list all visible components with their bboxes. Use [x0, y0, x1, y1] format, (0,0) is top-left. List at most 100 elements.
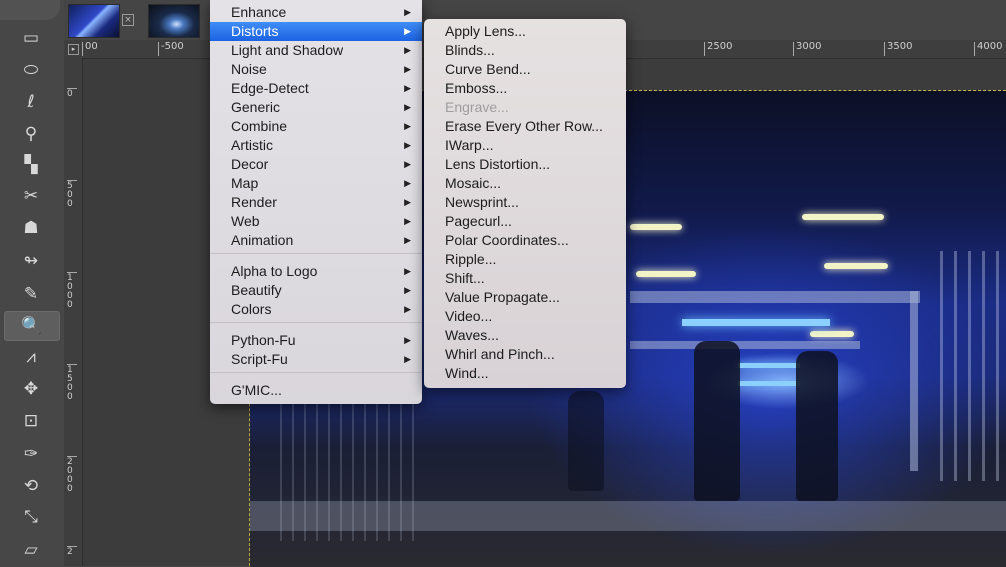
menu-separator: [210, 322, 422, 323]
menu-item-animation[interactable]: Animation ▶: [210, 231, 422, 250]
menu-item-waves[interactable]: Waves...: [424, 326, 626, 345]
quick-mask-toggle-icon[interactable]: ▸: [68, 44, 79, 55]
ruler-tick-label: -500: [158, 42, 184, 56]
scissors-select-icon[interactable]: ✂: [14, 182, 48, 210]
menu-item-decor[interactable]: Decor ▶: [210, 155, 422, 174]
color-picker-icon[interactable]: ✎: [14, 280, 48, 308]
menu-item-render[interactable]: Render ▶: [210, 193, 422, 212]
menu-item-newsprint[interactable]: Newsprint...: [424, 193, 626, 212]
menu-item-label: Beautify: [231, 282, 282, 298]
submenu-arrow-icon: ▶: [404, 216, 411, 226]
ceiling-beam: [630, 291, 920, 303]
blue-panel-light: [738, 381, 800, 386]
scale-icon[interactable]: ⤡: [14, 503, 48, 531]
menu-item-label: Distorts: [231, 23, 279, 39]
foreground-select-icon[interactable]: ☗: [14, 214, 48, 242]
ellipse-select-icon[interactable]: ⬭: [14, 56, 48, 84]
ruler-tick-label: 00: [82, 42, 98, 56]
menu-item-distorts[interactable]: Distorts ▶: [210, 22, 422, 41]
menu-item-label: Python-Fu: [231, 332, 296, 348]
menu-item-ripple[interactable]: Ripple...: [424, 250, 626, 269]
menu-item-iwarp[interactable]: IWarp...: [424, 136, 626, 155]
zoom-icon[interactable]: 🔍: [4, 311, 60, 341]
menu-item-python-fu[interactable]: Python-Fu ▶: [210, 331, 422, 350]
menu-item-value-propagate[interactable]: Value Propagate...: [424, 288, 626, 307]
submenu-arrow-icon: ▶: [404, 83, 411, 93]
ruler-tick-label: 2500: [704, 42, 732, 56]
menu-item-artistic[interactable]: Artistic ▶: [210, 136, 422, 155]
menu-item-enhance[interactable]: Enhance ▶: [210, 3, 422, 22]
blue-panel-light: [682, 319, 830, 326]
close-icon[interactable]: ×: [122, 14, 134, 26]
ceiling-light: [802, 214, 884, 220]
person-silhouette: [568, 391, 604, 491]
menu-item-label: Script-Fu: [231, 351, 288, 367]
submenu-arrow-icon: ▶: [404, 26, 411, 36]
menu-item-map[interactable]: Map ▶: [210, 174, 422, 193]
shear-icon[interactable]: ▱: [14, 536, 48, 564]
rotate-icon[interactable]: ⟲: [14, 472, 48, 500]
paths-icon[interactable]: ↬: [14, 247, 48, 275]
submenu-arrow-icon: ▶: [404, 354, 411, 364]
vertical-ruler[interactable]: 0 500 1000 1500 2000 2: [64, 58, 83, 566]
pillar: [910, 291, 918, 471]
menu-item-web[interactable]: Web ▶: [210, 212, 422, 231]
select-by-color-icon[interactable]: ▚: [14, 151, 48, 179]
ruler-tick-label: 3000: [793, 42, 821, 56]
ruler-corner[interactable]: ▸: [64, 40, 82, 58]
menu-item-generic[interactable]: Generic ▶: [210, 98, 422, 117]
menu-item-emboss[interactable]: Emboss...: [424, 79, 626, 98]
menu-item-label: Noise: [231, 61, 267, 77]
railing: [280, 391, 420, 541]
submenu-arrow-icon: ▶: [404, 178, 411, 188]
submenu-arrow-icon: ▶: [404, 140, 411, 150]
submenu-arrow-icon: ▶: [404, 335, 411, 345]
menu-separator: [210, 372, 422, 373]
image-tab-2-thumbnail[interactable]: [148, 4, 200, 38]
menu-item-lens-distortion[interactable]: Lens Distortion...: [424, 155, 626, 174]
measure-icon[interactable]: ⩘: [14, 343, 48, 371]
menu-item-combine[interactable]: Combine ▶: [210, 117, 422, 136]
menu-item-noise[interactable]: Noise ▶: [210, 60, 422, 79]
menu-item-blinds[interactable]: Blinds...: [424, 41, 626, 60]
menu-item-script-fu[interactable]: Script-Fu ▶: [210, 350, 422, 369]
menu-item-g-mic[interactable]: G'MIC...: [210, 381, 422, 400]
menu-item-whirl-and-pinch[interactable]: Whirl and Pinch...: [424, 345, 626, 364]
ruler-tick-label: 1500: [67, 364, 77, 402]
submenu-arrow-icon: ▶: [404, 285, 411, 295]
menu-item-colors[interactable]: Colors ▶: [210, 300, 422, 319]
menu-item-video[interactable]: Video...: [424, 307, 626, 326]
menu-item-label: Map: [231, 175, 259, 191]
menu-item-alpha-to-logo[interactable]: Alpha to Logo ▶: [210, 262, 422, 281]
image-tab-1-thumbnail[interactable]: [68, 4, 120, 38]
menu-item-apply-lens[interactable]: Apply Lens...: [424, 22, 626, 41]
rectangle-select-icon[interactable]: ▭: [14, 24, 48, 52]
menu-item-curve-bend[interactable]: Curve Bend...: [424, 60, 626, 79]
ruler-tick-label: 2000: [67, 456, 77, 494]
menu-item-light-and-shadow[interactable]: Light and Shadow ▶: [210, 41, 422, 60]
free-select-icon[interactable]: ℓ: [14, 88, 48, 116]
menu-item-label: Enhance: [231, 4, 287, 20]
menu-item-label: Colors: [231, 301, 272, 317]
fuzzy-select-icon[interactable]: ⚲: [14, 120, 48, 148]
menu-item-label: Alpha to Logo: [231, 263, 318, 279]
menu-item-label: Animation: [231, 232, 294, 248]
menu-item-beautify[interactable]: Beautify ▶: [210, 281, 422, 300]
alignment-icon[interactable]: ⊡: [14, 407, 48, 435]
menu-item-edge-detect[interactable]: Edge-Detect ▶: [210, 79, 422, 98]
filters-menu: Enhance ▶ Distorts ▶ Light and Shadow ▶ Noise ▶…: [210, 0, 422, 404]
menu-item-shift[interactable]: Shift...: [424, 269, 626, 288]
menu-item-label: Light and Shadow: [231, 42, 344, 58]
menu-item-label: Decor: [231, 156, 269, 172]
menu-item-wind[interactable]: Wind...: [424, 364, 626, 383]
crop-icon[interactable]: ✑: [14, 440, 48, 468]
menu-item-polar-coordinates[interactable]: Polar Coordinates...: [424, 231, 626, 250]
menu-item-pagecurl[interactable]: Pagecurl...: [424, 212, 626, 231]
move-icon[interactable]: ✥: [14, 375, 48, 403]
toolbox: ▭ ⬭ ℓ ⚲ ▚ ✂ ☗ ↬ ✎ 🔍 ⩘ ✥ ⊡ ✑ ⟲ ⤡ ▱: [0, 0, 65, 566]
menu-item-mosaic[interactable]: Mosaic...: [424, 174, 626, 193]
person-silhouette: [694, 341, 740, 501]
menu-item-label: Render: [231, 194, 277, 210]
ruler-tick-label: 0: [67, 88, 77, 99]
menu-item-erase-every-other-row[interactable]: Erase Every Other Row...: [424, 117, 626, 136]
